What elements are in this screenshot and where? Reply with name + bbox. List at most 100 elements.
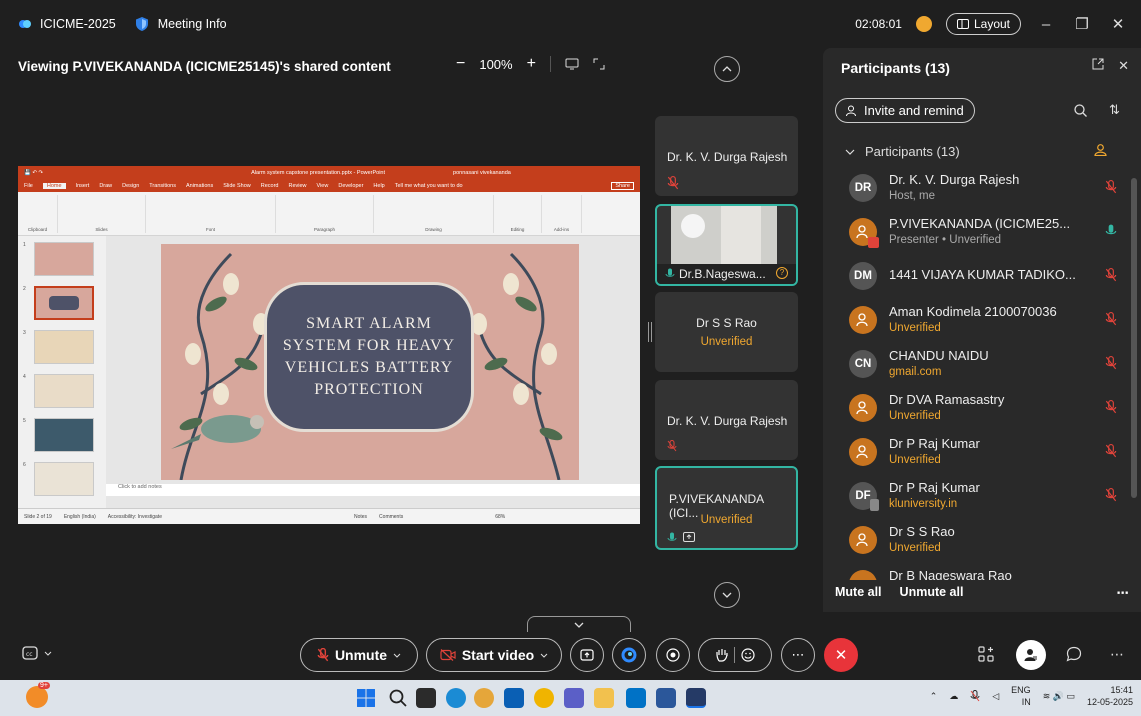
restore-button[interactable]: ❐	[1071, 15, 1093, 33]
shield-icon[interactable]	[134, 16, 150, 32]
participant-name: Aman Kodimela 2100070036	[889, 304, 1057, 319]
zoom-out-button[interactable]: −	[456, 55, 465, 73]
video-tile[interactable]: Dr S S Rao Unverified	[655, 292, 798, 372]
avatar	[849, 526, 877, 554]
record-button[interactable]	[656, 638, 690, 672]
unmute-all-button[interactable]: Unmute all	[900, 585, 964, 599]
more-controls-icon[interactable]: ⋯	[1110, 646, 1124, 663]
popout-panel-icon[interactable]	[1092, 58, 1104, 70]
search-icon[interactable]	[388, 688, 408, 708]
collapse-controls-handle[interactable]	[527, 616, 631, 632]
close-panel-button[interactable]: ✕	[1118, 58, 1129, 74]
ppt-window-title: Alarm system capstone presentation.pptx …	[251, 170, 386, 176]
minimize-button[interactable]: –	[1035, 16, 1057, 33]
windows-taskbar: 9+ ⌃ ☁ ◁ ENG IN ≋ 🔊 ▭ 15:41 12-05-2025	[0, 680, 1141, 716]
chevron-down-icon	[574, 622, 584, 628]
mic-muted-icon	[1105, 312, 1117, 326]
participant-row[interactable]: Dr DVA Ramasastry Unverified	[841, 386, 1127, 430]
share-screen-button[interactable]	[570, 638, 604, 672]
close-window-button[interactable]: ✕	[1107, 15, 1129, 33]
guest-icon	[856, 445, 868, 459]
zoom-in-button[interactable]: +	[527, 55, 536, 73]
apps-icon[interactable]	[978, 646, 994, 662]
thumb-number: 5	[23, 418, 26, 424]
video-tile[interactable]: Dr. K. V. Durga Rajesh	[655, 380, 798, 460]
fullscreen-icon[interactable]	[593, 58, 605, 70]
tiles-scroll-down-button[interactable]	[714, 582, 740, 608]
meeting-info-link[interactable]: Meeting Info	[158, 17, 227, 31]
word-icon[interactable]	[656, 688, 676, 708]
device-icon	[870, 499, 879, 511]
guest-icon	[856, 401, 868, 415]
input-language[interactable]: ENG IN	[1011, 684, 1031, 708]
chrome-icon[interactable]	[534, 688, 554, 708]
participant-row[interactable]: Dr P Raj Kumar Unverified	[841, 430, 1127, 474]
ppt-share-button: Share	[611, 182, 634, 190]
file-explorer-icon[interactable]	[594, 688, 614, 708]
participant-row[interactable]: DM 1441 VIJAYA KUMAR TADIKO...	[841, 254, 1127, 298]
invite-and-remind-button[interactable]: Invite and remind	[835, 98, 975, 123]
video-tile-presenter[interactable]: P.VIVEKANANDA (ICI... Unverified	[655, 466, 798, 550]
tiles-scroll-up-button[interactable]	[714, 56, 740, 82]
dell-icon[interactable]	[626, 688, 646, 708]
ppt-tab-developer: Developer	[338, 183, 364, 189]
more-button[interactable]: ⋯	[781, 638, 815, 672]
chevron-up-icon[interactable]: ⌃	[930, 691, 938, 702]
reactions-button[interactable]	[698, 638, 772, 672]
participant-name: P.VIVEKANANDA (ICICME25...	[889, 216, 1071, 231]
sort-icon[interactable]: ⇅	[1109, 102, 1120, 118]
avatar: CN	[849, 350, 877, 378]
ppt-tab-draw: Draw	[99, 183, 113, 189]
task-view-icon[interactable]	[416, 688, 436, 708]
search-icon[interactable]	[1074, 104, 1087, 117]
participant-row[interactable]: CN CHANDU NAIDU gmail.com	[841, 342, 1127, 386]
participant-row[interactable]: DF Dr P Raj Kumar kluniversity.in	[841, 474, 1127, 518]
layout-icon	[956, 19, 969, 29]
teams-icon[interactable]	[564, 688, 584, 708]
avatar: DM	[849, 262, 877, 290]
participant-row[interactable]: P.VIVEKANANDA (ICICME25... Presenter • U…	[841, 210, 1127, 254]
ppt-user: ponnasani vivekananda	[453, 170, 511, 176]
photos-icon[interactable]	[474, 688, 494, 708]
ai-assistant-button[interactable]	[612, 638, 646, 672]
layout-button[interactable]: Layout	[945, 13, 1021, 35]
more-options-icon[interactable]: ⋯	[1117, 585, 1130, 600]
participant-row[interactable]: Dr S S Rao Unverified	[841, 518, 1127, 562]
captions-button[interactable]: cc	[22, 646, 52, 660]
start-video-button[interactable]: Start video	[426, 638, 562, 672]
cloud-icon[interactable]: ☁	[949, 691, 958, 702]
popout-icon[interactable]	[565, 58, 579, 70]
region-code: IN	[1021, 697, 1031, 707]
clock[interactable]: 15:41 12-05-2025	[1087, 684, 1133, 708]
ribbon-group-slides: Slides	[58, 195, 146, 233]
ppt-save-icon: 💾 ↶ ↷	[24, 170, 44, 176]
location-icon[interactable]: ◁	[992, 691, 999, 702]
video-tile-speaking[interactable]: Dr.B.Nageswa... ?	[655, 204, 798, 286]
store-icon[interactable]	[504, 688, 524, 708]
slide-title-line: SYSTEM FOR HEAVY	[282, 337, 456, 354]
mute-all-button[interactable]: Mute all	[835, 585, 882, 599]
panel-scrollbar[interactable]	[1131, 178, 1137, 498]
participants-section-header[interactable]: Participants (13)	[845, 144, 960, 159]
current-slide: SMART ALARM SYSTEM FOR HEAVY VEHICLES BA…	[161, 244, 579, 480]
video-tile[interactable]: Dr. K. V. Durga Rajesh	[655, 116, 798, 196]
participants-toggle-button[interactable]	[1016, 640, 1046, 670]
weather-widget-icon[interactable]: 9+	[26, 682, 50, 708]
wifi-volume-battery-icon[interactable]: ≋ 🔊 ▭	[1043, 691, 1075, 702]
participant-row[interactable]: DR Dr. K. V. Durga Rajesh Host, me	[841, 166, 1127, 210]
thumb-number: 3	[23, 330, 26, 336]
unmute-button[interactable]: Unmute	[300, 638, 418, 672]
ribbon-group-clipboard: Clipboard	[18, 195, 58, 233]
webex-taskbar-icon[interactable]	[686, 688, 706, 708]
participant-row[interactable]: Aman Kodimela 2100070036 Unverified	[841, 298, 1127, 342]
chat-icon[interactable]	[1066, 646, 1082, 662]
ppt-tab-insert: Insert	[75, 183, 90, 189]
windows-start-icon[interactable]	[356, 688, 376, 708]
resize-handle[interactable]	[648, 322, 652, 342]
edge-icon[interactable]	[446, 688, 466, 708]
security-status-icon[interactable]	[915, 16, 932, 32]
mic-muted-icon[interactable]	[970, 690, 980, 702]
leave-meeting-button[interactable]: ✕	[824, 638, 858, 672]
ai-assistant-icon	[621, 647, 637, 663]
mic-muted-icon	[1105, 488, 1117, 502]
